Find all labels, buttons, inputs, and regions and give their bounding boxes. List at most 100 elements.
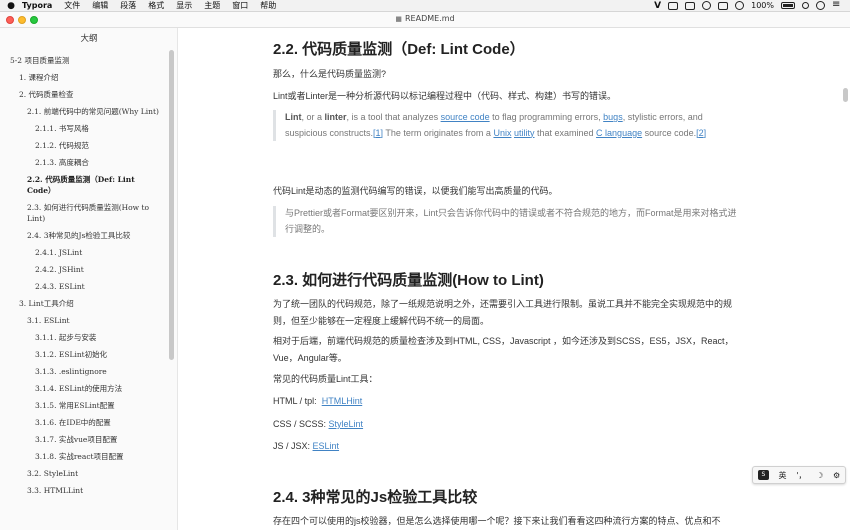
paragraph: Lint或者Linter是一种分析源代码以标记编程过程中（代码、样式、构建）书写…	[273, 91, 617, 101]
outline-item[interactable]: 2.1.3. 高度耦合	[0, 154, 168, 171]
heading-2-4: 2.4. 3种常见的Js检验工具比较	[273, 489, 478, 506]
moon-icon[interactable]: ☽	[816, 471, 823, 480]
sidebar-scrollbar[interactable]	[169, 50, 174, 360]
outline-item[interactable]: 2.1.2. 代码规范	[0, 137, 168, 154]
outline-item[interactable]: 2.1. 前端代码中的常见问题(Why Lint)	[0, 103, 168, 120]
document-title: ■ README.md	[0, 14, 850, 23]
outline-item[interactable]: 2.4.3. ESLint	[0, 278, 168, 295]
outline-item[interactable]: 2.4.2. JSHint	[0, 261, 168, 278]
quote-text: source code.	[642, 127, 697, 138]
paragraph: 常见的代码质量Lint工具：	[273, 374, 378, 384]
outline-item-active[interactable]: 2.2. 代码质量监测（Def: Lint Code）	[0, 171, 168, 199]
quote-text: The term originates from a	[383, 127, 494, 138]
quote-bold: Lint	[285, 112, 302, 122]
clock-icon[interactable]	[702, 1, 712, 10]
menu-window[interactable]: 窗口	[232, 0, 248, 11]
menu-file[interactable]: 文件	[64, 0, 80, 11]
paragraph: 那么，什么是代码质量监测?	[273, 69, 387, 79]
quote-text: , or a	[301, 112, 325, 122]
tool-label: HTML / tpl:	[273, 396, 317, 406]
blockquote-prettier: 与Prettier或者Format要区别开来，Lint只会告诉你代码中的错误或者…	[273, 206, 743, 237]
menu-paragraph[interactable]: 段落	[120, 0, 136, 11]
paragraph: 为了统一团队的代码规范，除了一纸规范说明之外，还需要引入工具进行限制。虽说工具并…	[273, 299, 733, 326]
input-method-toolbar: S 英 '， ☽ ⚙	[752, 466, 846, 484]
link-utility[interactable]: utility	[514, 128, 535, 138]
outline-item[interactable]: 1. 课程介绍	[0, 69, 168, 86]
paragraph: 代码Lint是动态的监测代码编写的错误，以便我们能写出高质量的代码。	[273, 186, 558, 196]
paragraph: 相对于后端，前端代码规范的质量检查涉及到HTML, CSS，Javascript…	[273, 336, 734, 363]
keyboard-icon[interactable]	[718, 1, 729, 10]
menu-edit[interactable]: 编辑	[92, 0, 108, 11]
wifi-icon[interactable]	[735, 1, 745, 10]
outline-item[interactable]: 2.3. 如何进行代码质量监测(How to Lint)	[0, 199, 168, 227]
vue-icon[interactable]: V	[654, 1, 661, 11]
tool-line-css: CSS / SCSS: StyleLint	[273, 416, 743, 433]
quote-text: to flag programming errors,	[489, 112, 604, 122]
outline-item[interactable]: 3.1.4. ESLint的使用方法	[0, 380, 168, 397]
document-icon: ■	[395, 15, 402, 23]
battery-label: 100%	[751, 1, 774, 10]
blockquote-lint-definition: Lint, or a linter, is a tool that analyz…	[273, 110, 743, 141]
screen-icon[interactable]	[668, 1, 679, 10]
link-source-code[interactable]: source code	[441, 112, 490, 122]
menu-help[interactable]: 帮助	[260, 0, 276, 11]
tool-line-html: HTML / tpl: HTMLHint	[273, 393, 743, 410]
search-icon[interactable]	[802, 2, 809, 9]
heading-2-3: 2.3. 如何进行代码质量监测(How to Lint)	[273, 272, 544, 289]
link-footnote-1[interactable]: [1]	[373, 128, 383, 138]
link-footnote-2[interactable]: [2]	[696, 128, 706, 138]
notification-center-icon[interactable]	[832, 0, 842, 10]
link-htmlhint[interactable]: HTMLHint	[322, 396, 363, 406]
quote-text: that examined	[534, 127, 597, 138]
heading-2-2: 2.2. 代码质量监测（Def: Lint Code）	[273, 41, 525, 58]
outline-item[interactable]: 3.1.6. 在IDE中的配置	[0, 414, 168, 431]
ime-language-toggle[interactable]: 英	[779, 470, 787, 481]
outline-item[interactable]: 3.1.2. ESLint初始化	[0, 346, 168, 363]
outline-item[interactable]: 5-2 项目质量监测	[0, 52, 168, 69]
paragraph: 存在四个可以使用的js校验器，但是怎么选择使用哪一个呢？接下来让我们看看这四种流…	[273, 516, 721, 526]
outline-item[interactable]: 3.1.3. .eslintignore	[0, 363, 168, 380]
outline-title: 大纲	[80, 34, 98, 44]
ime-punctuation-toggle[interactable]: '，	[796, 470, 806, 481]
content-scrollbar[interactable]	[843, 88, 848, 102]
outline-item[interactable]: 3.1. ESLint	[0, 312, 168, 329]
link-eslint[interactable]: ESLint	[313, 441, 340, 451]
outline-item[interactable]: 2.4.1. JSLint	[0, 244, 168, 261]
outline-item[interactable]: 2.1.1. 书写风格	[0, 120, 168, 137]
quote-text: , is a tool that analyzes	[346, 112, 441, 122]
outline-item[interactable]: 3.1.8. 实战react项目配置	[0, 448, 168, 465]
quote-bold: linter	[324, 112, 347, 122]
menu-view[interactable]: 显示	[176, 0, 192, 11]
gear-icon[interactable]: ⚙	[833, 471, 840, 480]
tool-label: JS / JSX:	[273, 441, 311, 451]
outline-sidebar: 大纲 5-2 项目质量监测 1. 课程介绍 2. 代码质量检查 2.1. 前端代…	[0, 28, 178, 530]
battery-icon[interactable]	[781, 2, 795, 9]
link-c-language[interactable]: C language	[596, 128, 642, 138]
document-title-text: README.md	[405, 14, 455, 23]
status-area: V 100%	[654, 0, 850, 11]
outline-list: 5-2 项目质量监测 1. 课程介绍 2. 代码质量检查 2.1. 前端代码中的…	[0, 52, 168, 499]
outline-item[interactable]: 3.1.1. 起步与安装	[0, 329, 168, 346]
window-titlebar: ■ README.md	[0, 12, 850, 28]
link-unix[interactable]: Unix	[493, 128, 511, 138]
outline-item[interactable]: 2.4. 3种常见的Js检验工具比较	[0, 227, 168, 244]
editor-content[interactable]: 2.2. 代码质量监测（Def: Lint Code） 那么，什么是代码质量监测…	[179, 28, 850, 530]
apple-icon[interactable]: ●	[0, 1, 22, 11]
sogou-logo-icon[interactable]: S	[757, 470, 769, 480]
menu-theme[interactable]: 主题	[204, 0, 220, 11]
link-stylelint[interactable]: StyleLint	[329, 419, 364, 429]
outline-item[interactable]: 3.1.7. 实战vue项目配置	[0, 431, 168, 448]
app-menu[interactable]: Typora	[22, 1, 52, 10]
outline-item[interactable]: 3.3. HTMLLint	[0, 482, 168, 499]
box-icon[interactable]	[685, 1, 696, 10]
link-bugs[interactable]: bugs	[603, 112, 623, 122]
tool-line-js: JS / JSX: ESLint	[273, 438, 743, 455]
outline-item[interactable]: 3. Lint工具介绍	[0, 295, 168, 312]
menubar: ● Typora 文件 编辑 段落 格式 显示 主题 窗口 帮助 V 100%	[0, 0, 850, 12]
outline-item[interactable]: 2. 代码质量检查	[0, 86, 168, 103]
menu-format[interactable]: 格式	[148, 0, 164, 11]
tool-label: CSS / SCSS:	[273, 419, 327, 429]
user-icon[interactable]	[816, 1, 825, 10]
outline-item[interactable]: 3.1.5. 常用ESLint配置	[0, 397, 168, 414]
outline-item[interactable]: 3.2. StyleLint	[0, 465, 168, 482]
